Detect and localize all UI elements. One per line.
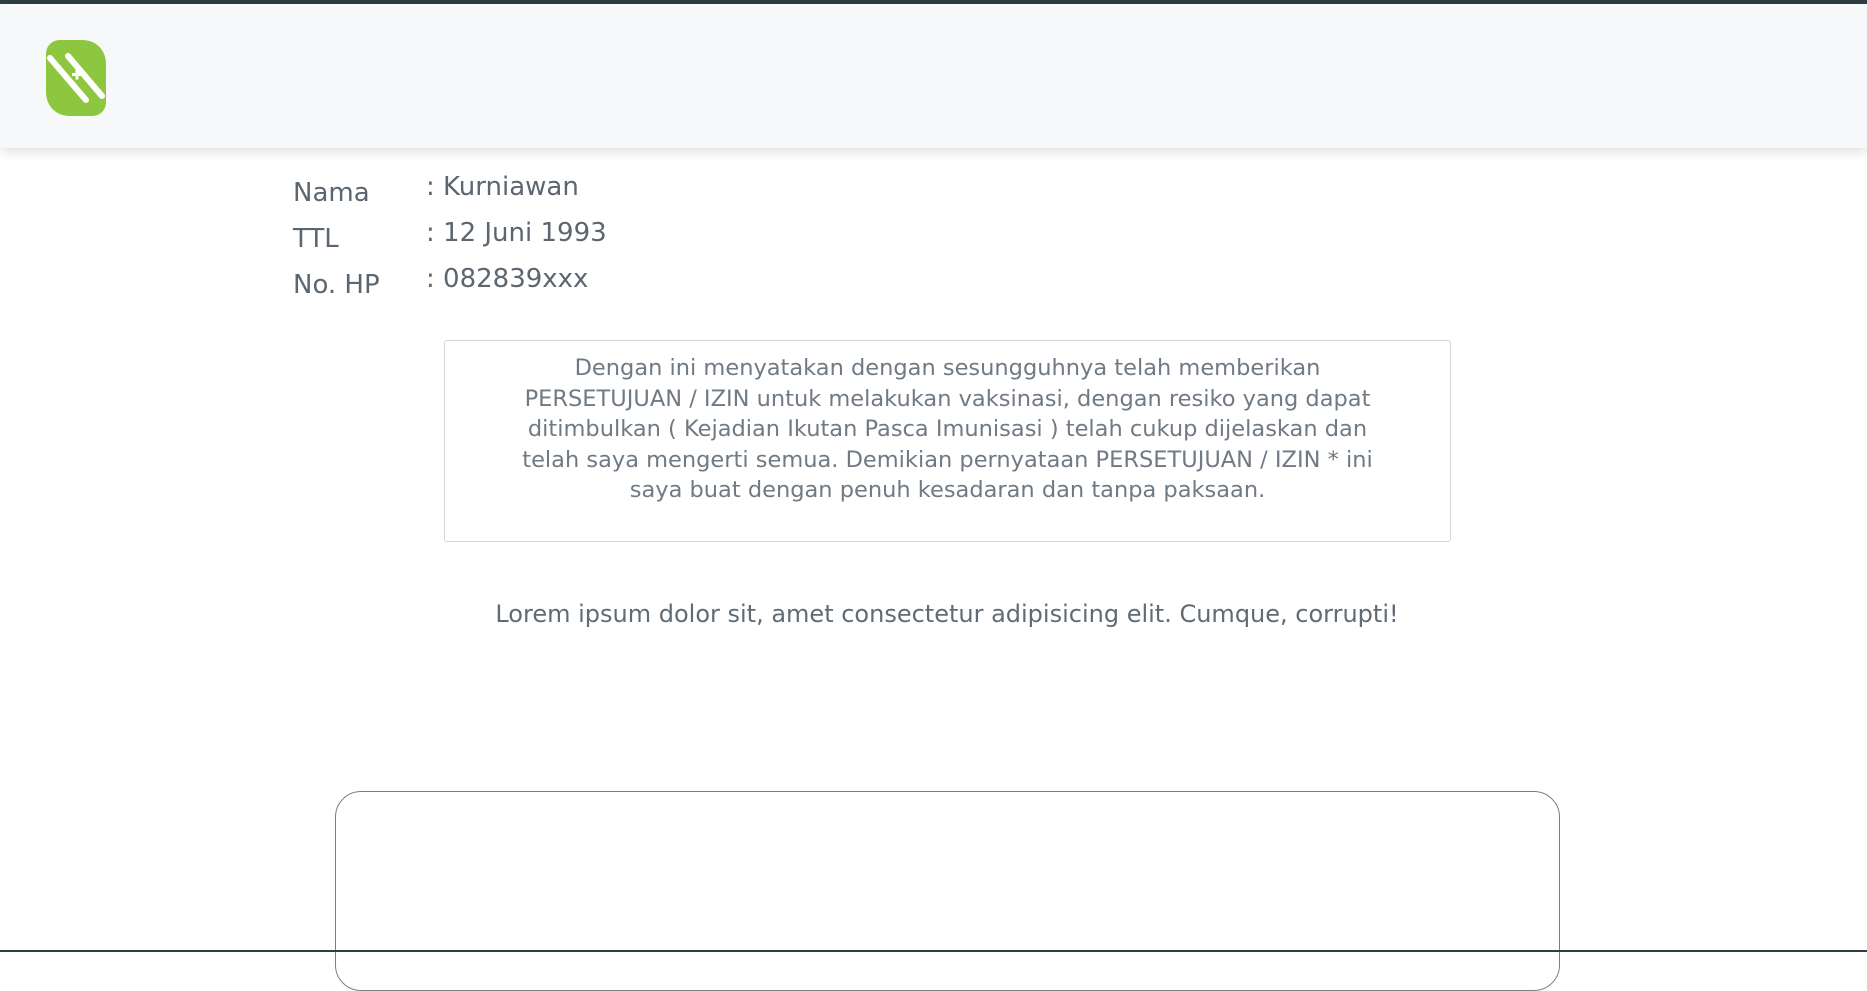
no-hp-value: : 082839xxx	[426, 264, 589, 294]
app-header	[0, 4, 1867, 148]
app-logo-icon[interactable]	[46, 40, 106, 116]
ttl-label: TTL	[293, 224, 339, 254]
ttl-value: : 12 Juni 1993	[426, 218, 607, 248]
no-hp-label: No. HP	[293, 270, 380, 300]
signature-pad[interactable]	[335, 791, 1560, 991]
consent-statement: Dengan ini menyatakan dengan sesungguhny…	[444, 340, 1451, 542]
nama-label: Nama	[293, 178, 370, 208]
consent-note: Lorem ipsum dolor sit, amet consectetur …	[495, 600, 1399, 628]
nama-value: : Kurniawan	[426, 172, 579, 202]
